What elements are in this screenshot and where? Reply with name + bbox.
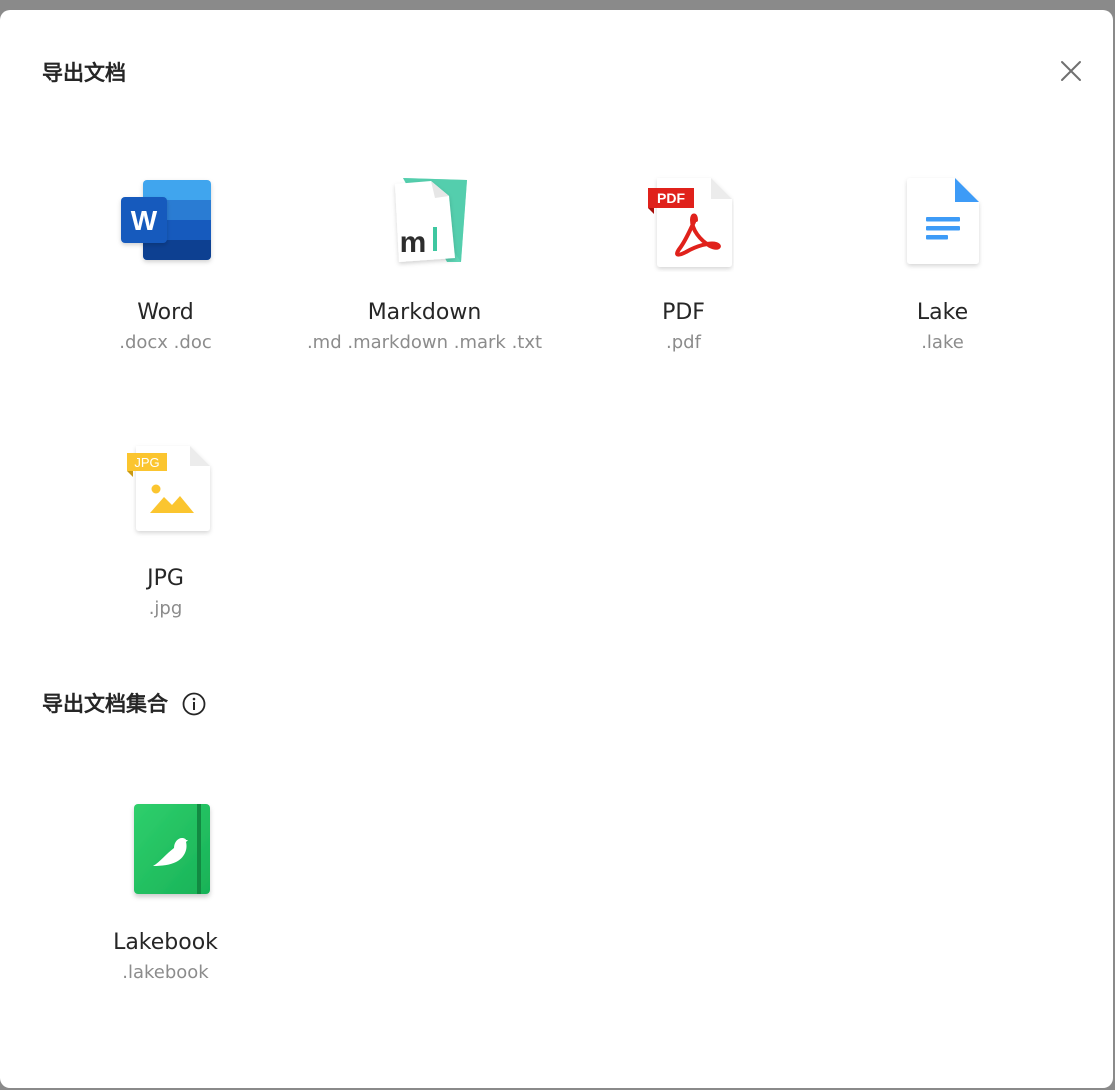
lakebook-icon: [133, 804, 210, 894]
info-icon[interactable]: [182, 692, 206, 716]
icon-wrap: W: [116, 172, 216, 272]
close-button[interactable]: [1054, 54, 1088, 88]
export-option-pdf[interactable]: PDF PDF .pdf: [554, 156, 813, 376]
lake-file-icon: [906, 178, 979, 264]
word-letter: W: [130, 205, 157, 236]
option-extensions: .lake: [921, 332, 964, 353]
export-option-lakebook[interactable]: Lakebook .lakebook: [36, 786, 295, 1006]
option-name: Lakebook: [113, 930, 218, 955]
option-extensions: .md .markdown .mark .txt: [306, 332, 543, 353]
icon-wrap: m: [375, 172, 475, 272]
icon-wrap: PDF: [634, 172, 734, 272]
export-dialog: 导出文档 W Word .docx .doc m Markdown .md .m…: [0, 10, 1113, 1088]
export-documents-grid: W Word .docx .doc m Markdown .md .markdo…: [36, 156, 1072, 642]
option-name: JPG: [147, 566, 184, 591]
jpg-icon: JPG: [126, 446, 210, 531]
markdown-icon: m: [394, 178, 467, 262]
export-collection-grid: Lakebook .lakebook: [36, 786, 1072, 1006]
word-icon: W: [120, 180, 211, 260]
export-collection-title: 导出文档集合: [42, 690, 206, 718]
pdf-badge: PDF: [657, 190, 685, 206]
option-name: PDF: [662, 300, 705, 325]
icon-wrap: JPG: [116, 438, 216, 538]
pdf-icon: PDF: [647, 178, 732, 267]
export-option-lake[interactable]: Lake .lake: [813, 156, 1072, 376]
icon-wrap: [893, 172, 993, 272]
option-extensions: .jpg: [148, 598, 183, 619]
option-extensions: .docx .doc: [119, 332, 212, 353]
option-extensions: .lakebook: [122, 962, 209, 983]
option-name: Markdown: [367, 300, 482, 325]
option-extensions: .pdf: [666, 332, 701, 353]
close-icon: [1061, 61, 1081, 81]
export-option-word[interactable]: W Word .docx .doc: [36, 156, 295, 376]
export-option-jpg[interactable]: JPG JPG .jpg: [36, 422, 295, 642]
option-name: Word: [137, 300, 194, 325]
icon-wrap: [116, 802, 216, 902]
jpg-badge: JPG: [134, 455, 159, 470]
export-collection-title-text: 导出文档集合: [42, 692, 168, 716]
markdown-letter: m: [399, 226, 426, 259]
export-documents-title: 导出文档: [42, 59, 126, 87]
option-name: Lake: [916, 300, 969, 325]
export-option-markdown[interactable]: m Markdown .md .markdown .mark .txt: [295, 156, 554, 376]
export-documents-title-text: 导出文档: [42, 61, 126, 85]
